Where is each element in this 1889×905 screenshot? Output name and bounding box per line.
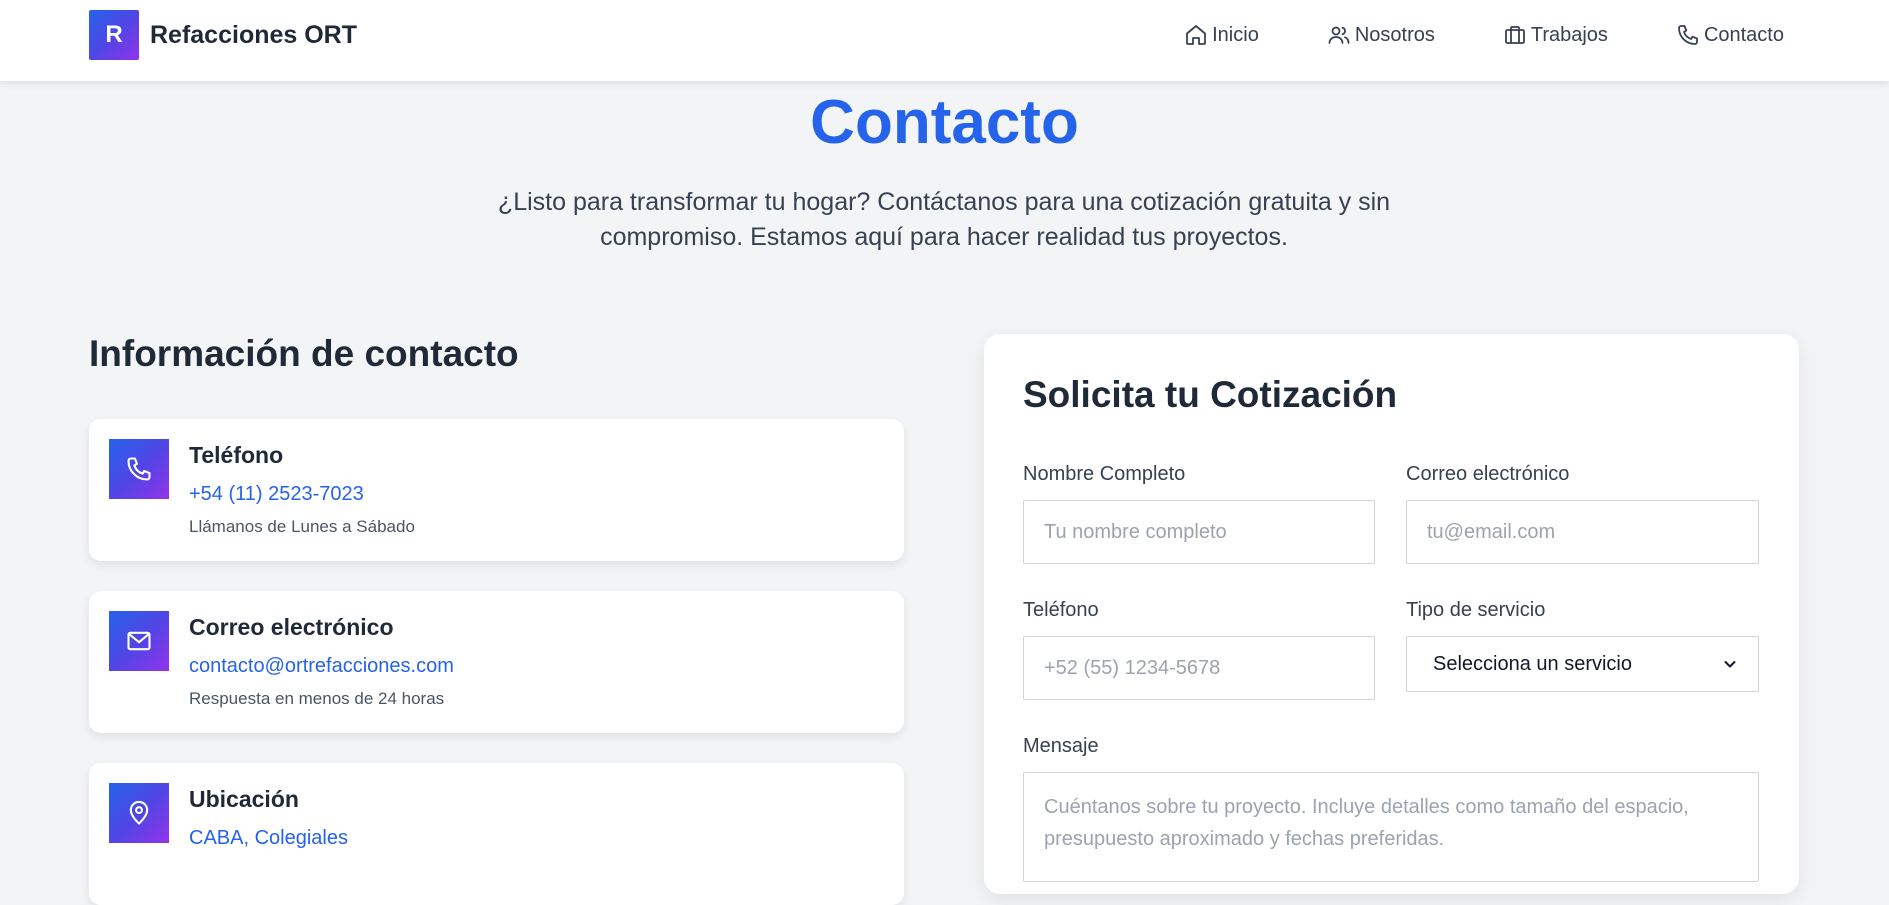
service-selected-value: Selecciona un servicio <box>1433 652 1632 675</box>
card-title: Ubicación <box>189 786 299 812</box>
location-link[interactable]: CABA, Colegiales <box>189 827 348 850</box>
nav-label: Inicio <box>1212 23 1259 46</box>
logo[interactable]: R <box>89 10 139 60</box>
service-label: Tipo de servicio <box>1406 599 1546 621</box>
page-title: Contacto <box>810 88 1079 157</box>
phone-icon <box>1678 25 1698 45</box>
phone-label: Teléfono <box>1023 599 1099 621</box>
card-title: Teléfono <box>189 442 284 468</box>
chevron-down-icon <box>1724 661 1736 668</box>
page-subtitle: ¿Listo para transformar tu hogar? Contác… <box>497 188 1391 251</box>
brand[interactable]: R Refacciones ORT <box>89 10 357 60</box>
service-select[interactable]: Selecciona un servicio <box>1406 636 1759 692</box>
email-label: Correo electrónico <box>1406 463 1570 485</box>
map-pin-icon <box>129 800 149 825</box>
message-textarea[interactable] <box>1023 772 1759 882</box>
name-label: Nombre Completo <box>1023 463 1186 485</box>
site-header: R Refacciones ORT Inicio Nosotros Trabaj… <box>0 0 1889 81</box>
card-icon-box <box>109 439 169 499</box>
quote-form: Solicita tu Cotización Nombre Completo C… <box>984 334 1799 894</box>
brand-name[interactable]: Refacciones ORT <box>150 21 357 50</box>
contact-card-phone: Teléfono +54 (11) 2523-7023 Llámanos de … <box>89 419 904 561</box>
mail-icon <box>127 631 151 651</box>
nav-label: Nosotros <box>1354 23 1435 46</box>
nav-item-trabajos[interactable]: Trabajos <box>1503 22 1608 48</box>
email-link[interactable]: contacto@ortrefacciones.com <box>189 655 454 678</box>
briefcase-icon <box>1504 26 1525 44</box>
card-icon-box <box>109 611 169 671</box>
users-icon <box>1328 26 1350 44</box>
nav-item-inicio[interactable]: Inicio <box>1184 22 1259 48</box>
card-note: Respuesta en menos de 24 horas <box>189 689 445 708</box>
form-title: Solicita tu Cotización <box>1023 374 1398 415</box>
phone-icon <box>127 457 151 481</box>
card-icon-box <box>109 783 169 843</box>
email-input[interactable] <box>1406 500 1759 564</box>
home-icon <box>1186 25 1207 45</box>
contact-info-title: Información de contacto <box>89 333 519 374</box>
nav-label: Contacto <box>1703 23 1784 46</box>
card-title: Correo electrónico <box>189 614 394 640</box>
contact-card-location: Ubicación CABA, Colegiales <box>89 763 904 905</box>
main-nav: Inicio Nosotros Trabajos Contacto <box>1116 22 1784 48</box>
phone-link[interactable]: +54 (11) 2523-7023 <box>189 483 364 506</box>
nav-item-nosotros[interactable]: Nosotros <box>1327 22 1435 48</box>
name-input[interactable] <box>1023 500 1375 564</box>
card-note: Llámanos de Lunes a Sábado <box>189 517 415 536</box>
nav-label: Trabajos <box>1530 23 1608 46</box>
contact-card-email: Correo electrónico contacto@ortrefaccion… <box>89 591 904 733</box>
phone-input[interactable] <box>1023 636 1375 700</box>
message-label: Mensaje <box>1023 735 1099 757</box>
nav-item-contacto[interactable]: Contacto <box>1676 22 1784 48</box>
